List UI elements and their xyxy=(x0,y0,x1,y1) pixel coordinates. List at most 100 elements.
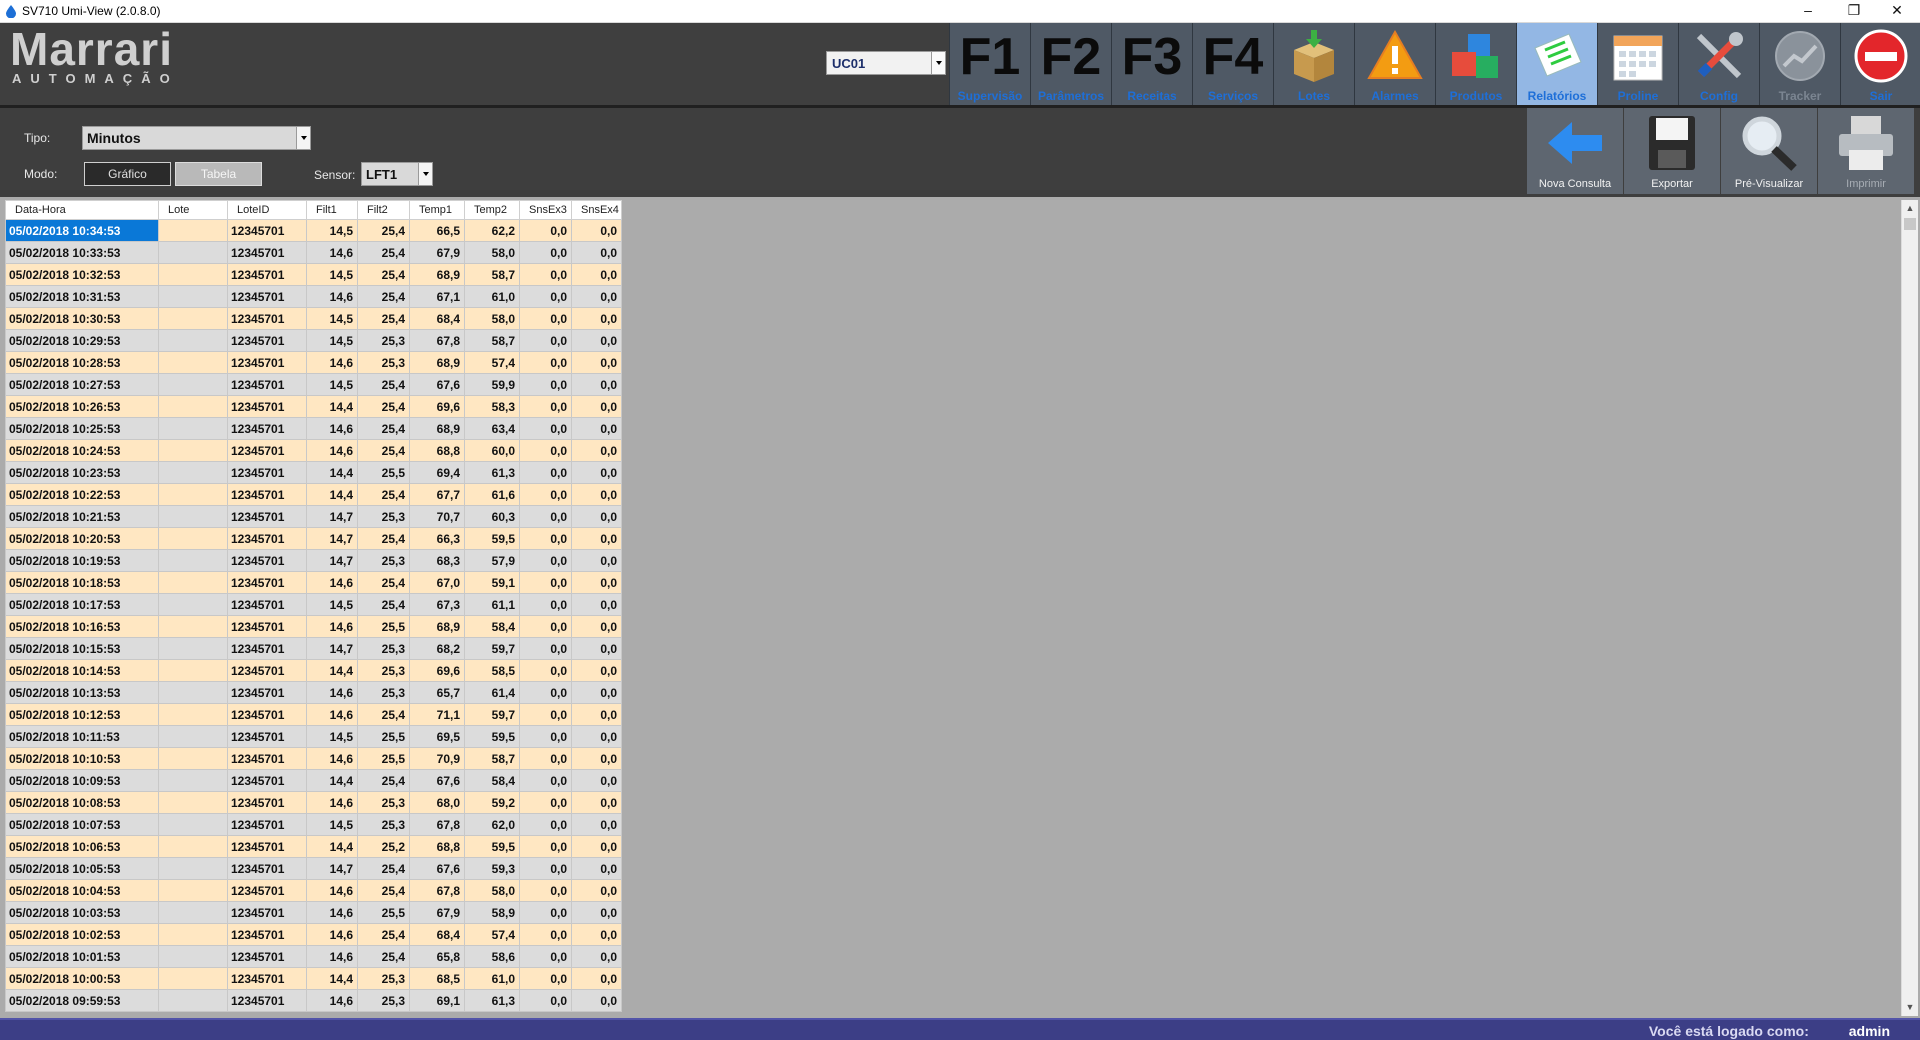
cell-loteid[interactable]: 12345701 xyxy=(227,571,307,594)
cell-loteid[interactable]: 12345701 xyxy=(227,483,307,506)
cell-snsex3[interactable]: 0,0 xyxy=(519,681,572,704)
cell-filt2[interactable]: 25,4 xyxy=(357,417,410,440)
cell-snsex4[interactable]: 0,0 xyxy=(571,241,622,264)
tipo-select[interactable]: Minutos xyxy=(82,126,311,150)
cell-filt2[interactable]: 25,5 xyxy=(357,901,410,924)
cell-data-hora[interactable]: 05/02/2018 10:21:53 xyxy=(5,505,159,528)
cell-filt1[interactable]: 14,6 xyxy=(306,989,358,1012)
cell-lote[interactable] xyxy=(158,703,228,726)
cell-data-hora[interactable]: 05/02/2018 10:19:53 xyxy=(5,549,159,572)
cell-temp2[interactable]: 57,9 xyxy=(464,549,520,572)
cell-lote[interactable] xyxy=(158,945,228,968)
cell-temp2[interactable]: 59,7 xyxy=(464,703,520,726)
cell-temp2[interactable]: 59,5 xyxy=(464,527,520,550)
cell-snsex4[interactable]: 0,0 xyxy=(571,769,622,792)
cell-lote[interactable] xyxy=(158,791,228,814)
nav-f3-receitas[interactable]: F3 Receitas xyxy=(1111,23,1192,105)
col-header-temp2[interactable]: Temp2 xyxy=(464,200,520,220)
cell-temp1[interactable]: 68,3 xyxy=(409,549,465,572)
cell-loteid[interactable]: 12345701 xyxy=(227,527,307,550)
vertical-scrollbar[interactable]: ▲ ▼ xyxy=(1901,200,1918,1016)
cell-temp1[interactable]: 67,8 xyxy=(409,879,465,902)
cell-filt1[interactable]: 14,6 xyxy=(306,571,358,594)
cell-temp1[interactable]: 67,7 xyxy=(409,483,465,506)
cell-snsex4[interactable]: 0,0 xyxy=(571,989,622,1012)
cell-filt2[interactable]: 25,4 xyxy=(357,571,410,594)
cell-lote[interactable] xyxy=(158,417,228,440)
cell-lote[interactable] xyxy=(158,989,228,1012)
cell-data-hora[interactable]: 05/02/2018 10:04:53 xyxy=(5,879,159,902)
cell-data-hora[interactable]: 05/02/2018 10:16:53 xyxy=(5,615,159,638)
table-row[interactable]: 05/02/2018 10:01:53 12345701 14,6 25,4 65,8 5… xyxy=(5,945,622,968)
cell-data-hora[interactable]: 05/02/2018 10:24:53 xyxy=(5,439,159,462)
cell-snsex4[interactable]: 0,0 xyxy=(571,637,622,660)
table-row[interactable]: 05/02/2018 10:23:53 12345701 14,4 25,5 69,4 6… xyxy=(5,461,622,484)
cell-snsex3[interactable]: 0,0 xyxy=(519,593,572,616)
cell-temp1[interactable]: 67,6 xyxy=(409,857,465,880)
cell-loteid[interactable]: 12345701 xyxy=(227,813,307,836)
cell-data-hora[interactable]: 05/02/2018 10:32:53 xyxy=(5,263,159,286)
scroll-thumb[interactable] xyxy=(1904,218,1916,230)
cell-filt2[interactable]: 25,4 xyxy=(357,241,410,264)
cell-loteid[interactable]: 12345701 xyxy=(227,989,307,1012)
cell-snsex4[interactable]: 0,0 xyxy=(571,219,622,242)
mode-tabela-button[interactable]: Tabela xyxy=(175,162,262,186)
imprimir-button[interactable]: Imprimir xyxy=(1818,108,1914,194)
cell-lote[interactable] xyxy=(158,747,228,770)
cell-lote[interactable] xyxy=(158,593,228,616)
cell-temp1[interactable]: 68,4 xyxy=(409,923,465,946)
cell-snsex4[interactable]: 0,0 xyxy=(571,659,622,682)
cell-temp1[interactable]: 67,0 xyxy=(409,571,465,594)
cell-temp1[interactable]: 68,9 xyxy=(409,615,465,638)
cell-filt1[interactable]: 14,6 xyxy=(306,747,358,770)
cell-data-hora[interactable]: 05/02/2018 10:28:53 xyxy=(5,351,159,374)
cell-filt1[interactable]: 14,6 xyxy=(306,681,358,704)
nav-produtos[interactable]: Produtos xyxy=(1435,23,1516,105)
cell-filt1[interactable]: 14,6 xyxy=(306,351,358,374)
cell-snsex3[interactable]: 0,0 xyxy=(519,395,572,418)
cell-filt1[interactable]: 14,6 xyxy=(306,791,358,814)
cell-temp2[interactable]: 61,4 xyxy=(464,681,520,704)
cell-data-hora[interactable]: 05/02/2018 10:18:53 xyxy=(5,571,159,594)
cell-loteid[interactable]: 12345701 xyxy=(227,351,307,374)
cell-filt1[interactable]: 14,6 xyxy=(306,945,358,968)
cell-snsex3[interactable]: 0,0 xyxy=(519,813,572,836)
table-row[interactable]: 05/02/2018 10:11:53 12345701 14,5 25,5 69,5 5… xyxy=(5,725,622,748)
table-row[interactable]: 05/02/2018 10:27:53 12345701 14,5 25,4 67,6 5… xyxy=(5,373,622,396)
cell-snsex4[interactable]: 0,0 xyxy=(571,483,622,506)
cell-filt2[interactable]: 25,5 xyxy=(357,725,410,748)
nav-f1-supervisao[interactable]: F1 Supervisão xyxy=(949,23,1030,105)
cell-snsex3[interactable]: 0,0 xyxy=(519,703,572,726)
cell-loteid[interactable]: 12345701 xyxy=(227,241,307,264)
cell-lote[interactable] xyxy=(158,219,228,242)
table-row[interactable]: 05/02/2018 10:34:53 12345701 14,5 25,4 66,5 6… xyxy=(5,219,622,242)
cell-temp1[interactable]: 67,9 xyxy=(409,241,465,264)
cell-lote[interactable] xyxy=(158,725,228,748)
cell-loteid[interactable]: 12345701 xyxy=(227,395,307,418)
cell-temp2[interactable]: 61,0 xyxy=(464,285,520,308)
cell-temp1[interactable]: 71,1 xyxy=(409,703,465,726)
cell-loteid[interactable]: 12345701 xyxy=(227,659,307,682)
cell-temp2[interactable]: 57,4 xyxy=(464,923,520,946)
cell-loteid[interactable]: 12345701 xyxy=(227,945,307,968)
cell-filt1[interactable]: 14,7 xyxy=(306,637,358,660)
cell-data-hora[interactable]: 05/02/2018 10:31:53 xyxy=(5,285,159,308)
cell-loteid[interactable]: 12345701 xyxy=(227,615,307,638)
cell-temp1[interactable]: 68,9 xyxy=(409,351,465,374)
table-row[interactable]: 05/02/2018 10:15:53 12345701 14,7 25,3 68,2 5… xyxy=(5,637,622,660)
cell-temp1[interactable]: 67,8 xyxy=(409,813,465,836)
cell-snsex4[interactable]: 0,0 xyxy=(571,747,622,770)
cell-temp1[interactable]: 67,1 xyxy=(409,285,465,308)
cell-snsex4[interactable]: 0,0 xyxy=(571,307,622,330)
col-header-snsex3[interactable]: SnsEx3 xyxy=(519,200,572,220)
cell-temp1[interactable]: 70,7 xyxy=(409,505,465,528)
cell-filt1[interactable]: 14,4 xyxy=(306,835,358,858)
cell-data-hora[interactable]: 05/02/2018 10:17:53 xyxy=(5,593,159,616)
cell-snsex4[interactable]: 0,0 xyxy=(571,505,622,528)
col-header-filt1[interactable]: Filt1 xyxy=(306,200,358,220)
cell-filt2[interactable]: 25,4 xyxy=(357,923,410,946)
cell-snsex3[interactable]: 0,0 xyxy=(519,351,572,374)
cell-snsex4[interactable]: 0,0 xyxy=(571,329,622,352)
cell-filt2[interactable]: 25,4 xyxy=(357,395,410,418)
table-row[interactable]: 05/02/2018 10:29:53 12345701 14,5 25,3 67,8 5… xyxy=(5,329,622,352)
